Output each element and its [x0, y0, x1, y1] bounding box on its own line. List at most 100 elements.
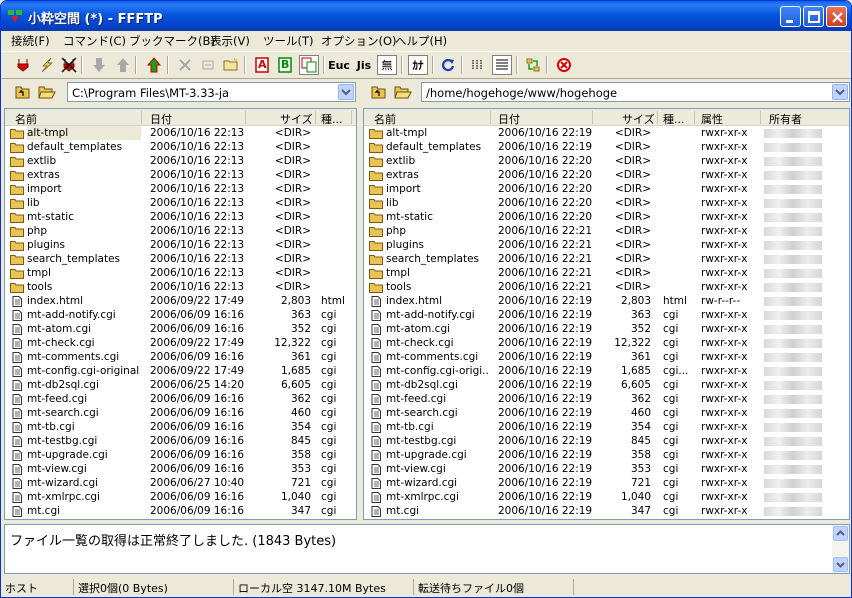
remote-file-row[interactable]: default_templates 2006/10/16 22:19 <DIR> rw…: [364, 140, 849, 154]
remote-file-row[interactable]: tmpl 2006/10/16 22:21 <DIR> rwxr-xr-x: [364, 266, 849, 280]
log-scroll-down-button[interactable]: [833, 557, 848, 572]
local-path-combo[interactable]: C:\Program Files\MT-3.33-ja: [67, 82, 356, 102]
euc-button[interactable]: Euc: [328, 55, 350, 75]
mirror-upload-button[interactable]: [144, 55, 164, 75]
local-file-row[interactable]: mt-tb.cgi 2006/06/09 16:16 354 cgi: [5, 420, 356, 434]
remote-file-row[interactable]: search_templates 2006/10/16 22:21 <DIR> rwx…: [364, 252, 849, 266]
new-folder-button[interactable]: [221, 55, 241, 75]
remote-file-row[interactable]: mt-config.cgi-origi... 2006/10/16 22:19 1,…: [364, 364, 849, 378]
download-button[interactable]: [89, 55, 109, 75]
remote-file-row[interactable]: lib 2006/10/16 22:20 <DIR> rwxr-xr-x: [364, 196, 849, 210]
no-conversion-button[interactable]: 無: [377, 55, 397, 75]
log-panel[interactable]: ファイル一覧の取得は正常終了しました. (1843 Bytes): [4, 524, 850, 574]
remote-file-row[interactable]: plugins 2006/10/16 22:21 <DIR> rwxr-xr-x: [364, 238, 849, 252]
refresh-button[interactable]: [438, 55, 458, 75]
local-file-row[interactable]: mt-static 2006/10/16 22:13 <DIR>: [5, 210, 356, 224]
local-open-folder-button[interactable]: [37, 83, 57, 101]
remote-col-type[interactable]: 種...: [663, 111, 685, 127]
detail-view-button[interactable]: [492, 55, 512, 75]
remote-file-row[interactable]: mt-add-notify.cgi 2006/10/16 22:19 363 cgi r…: [364, 308, 849, 322]
local-file-row[interactable]: mt-add-notify.cgi 2006/06/09 16:16 363 cgi: [5, 308, 356, 322]
local-file-row[interactable]: search_templates 2006/10/16 22:13 <DIR>: [5, 252, 356, 266]
log-scrollbar[interactable]: [832, 525, 849, 573]
close-button[interactable]: [826, 6, 847, 27]
remote-col-date[interactable]: 日付: [498, 111, 520, 127]
menu-tools[interactable]: ツール(T): [263, 33, 314, 49]
remote-path-dropdown[interactable]: [832, 84, 848, 100]
local-file-row[interactable]: mt-db2sql.cgi 2006/06/25 14:20 6,605 cgi: [5, 378, 356, 392]
local-file-row[interactable]: extlib 2006/10/16 22:13 <DIR>: [5, 154, 356, 168]
remote-open-folder-button[interactable]: [393, 83, 413, 101]
local-file-row[interactable]: mt-comments.cgi 2006/06/09 16:16 361 cgi: [5, 350, 356, 364]
remote-file-row[interactable]: mt-comments.cgi 2006/10/16 22:19 361 cgi rwx…: [364, 350, 849, 364]
remote-file-row[interactable]: alt-tmpl 2006/10/16 22:19 <DIR> rwxr-xr-x: [364, 126, 849, 140]
menu-command[interactable]: コマンド(C): [63, 33, 126, 49]
local-file-row[interactable]: mt-view.cgi 2006/06/09 16:16 353 cgi: [5, 462, 356, 476]
connect-button[interactable]: [13, 55, 33, 75]
maximize-button[interactable]: [803, 6, 824, 27]
local-file-row[interactable]: mt-check.cgi 2006/09/22 17:49 12,322 cgi: [5, 336, 356, 350]
local-file-row[interactable]: mt-search.cgi 2006/06/09 16:16 460 cgi: [5, 406, 356, 420]
auto-mode-button[interactable]: [299, 55, 319, 75]
remote-file-row[interactable]: php 2006/10/16 22:21 <DIR> rwxr-xr-x: [364, 224, 849, 238]
remote-file-row[interactable]: mt-xmlrpc.cgi 2006/10/16 22:19 1,040 cgi rwx…: [364, 490, 849, 504]
remote-col-owner[interactable]: 所有者: [769, 111, 802, 127]
title-bar[interactable]: 小粋空間 (*) - FFFTP: [1, 1, 851, 31]
jis-button[interactable]: Jis: [354, 55, 374, 75]
binary-mode-button[interactable]: B: [275, 55, 295, 75]
local-file-row[interactable]: plugins 2006/10/16 22:13 <DIR>: [5, 238, 356, 252]
remote-file-row[interactable]: mt-tb.cgi 2006/10/16 22:19 354 cgi rwxr-xr-x: [364, 420, 849, 434]
remote-file-row[interactable]: mt-atom.cgi 2006/10/16 22:19 352 cgi rwxr-xr…: [364, 322, 849, 336]
local-file-row[interactable]: mt.cgi 2006/06/09 16:16 347 cgi: [5, 504, 356, 518]
local-file-row[interactable]: mt-config.cgi-original 2006/09/22 17:49 1,…: [5, 364, 356, 378]
menu-view[interactable]: 表示(V): [210, 33, 250, 49]
sync-folder-button[interactable]: [523, 55, 543, 75]
local-file-row[interactable]: mt-testbg.cgi 2006/06/09 16:16 845 cgi: [5, 434, 356, 448]
local-file-row[interactable]: mt-atom.cgi 2006/06/09 16:16 352 cgi: [5, 322, 356, 336]
kana-conversion-button[interactable]: ｶﾅ: [408, 55, 428, 75]
local-file-row[interactable]: mt-feed.cgi 2006/06/09 16:16 362 cgi: [5, 392, 356, 406]
local-col-type[interactable]: 種...: [321, 111, 343, 127]
remote-file-row[interactable]: mt-upgrade.cgi 2006/10/16 22:19 358 cgi rwxr…: [364, 448, 849, 462]
menu-help[interactable]: ヘルプ(H): [395, 33, 447, 49]
remote-col-size[interactable]: サイズ: [622, 111, 655, 127]
remote-file-row[interactable]: mt-search.cgi 2006/10/16 22:19 460 cgi rwxr-…: [364, 406, 849, 420]
remote-file-row[interactable]: mt-view.cgi 2006/10/16 22:19 353 cgi rwxr-xr…: [364, 462, 849, 476]
remote-file-row[interactable]: mt.cgi 2006/10/16 22:19 347 cgi rwxr-xr-x: [364, 504, 849, 518]
local-parent-folder-button[interactable]: [13, 83, 33, 101]
local-file-row[interactable]: mt-xmlrpc.cgi 2006/06/09 16:16 1,040 cgi: [5, 490, 356, 504]
remote-parent-folder-button[interactable]: [369, 83, 389, 101]
local-file-row[interactable]: alt-tmpl 2006/10/16 22:13 <DIR>: [5, 126, 356, 140]
menu-connect[interactable]: 接続(F): [11, 33, 50, 49]
local-file-row[interactable]: tools 2006/10/16 22:13 <DIR>: [5, 280, 356, 294]
local-file-row[interactable]: import 2006/10/16 22:13 <DIR>: [5, 182, 356, 196]
remote-file-row[interactable]: extlib 2006/10/16 22:20 <DIR> rwxr-xr-x: [364, 154, 849, 168]
delete-button[interactable]: [175, 55, 195, 75]
local-path-dropdown[interactable]: [338, 84, 354, 100]
log-scroll-up-button[interactable]: [833, 526, 848, 541]
list-view-button[interactable]: [468, 55, 488, 75]
menu-bookmark[interactable]: ブックマーク(B): [129, 33, 215, 49]
menu-options[interactable]: オプション(O): [321, 33, 397, 49]
remote-col-name[interactable]: 名前: [374, 111, 396, 127]
quick-connect-button[interactable]: [37, 55, 57, 75]
remote-file-row[interactable]: mt-wizard.cgi 2006/10/16 22:19 721 cgi rwxr-…: [364, 476, 849, 490]
local-file-list[interactable]: 名前 日付 サイズ 種... alt-tmpl 2006/10/16 22:13 <…: [4, 108, 357, 520]
local-col-name[interactable]: 名前: [15, 111, 37, 127]
minimize-button[interactable]: [780, 6, 801, 27]
local-file-row[interactable]: mt-wizard.cgi 2006/06/27 10:40 721 cgi: [5, 476, 356, 490]
local-file-row[interactable]: php 2006/10/16 22:13 <DIR>: [5, 224, 356, 238]
local-file-row[interactable]: extras 2006/10/16 22:13 <DIR>: [5, 168, 356, 182]
remote-file-row[interactable]: mt-check.cgi 2006/10/16 22:19 12,322 cgi rwx…: [364, 336, 849, 350]
remote-file-row[interactable]: tools 2006/10/16 22:21 <DIR> rwxr-xr-x: [364, 280, 849, 294]
remote-file-row[interactable]: extras 2006/10/16 22:20 <DIR> rwxr-xr-x: [364, 168, 849, 182]
remote-file-row[interactable]: mt-db2sql.cgi 2006/10/16 22:19 6,605 cgi rwx…: [364, 378, 849, 392]
disconnect-button[interactable]: [59, 55, 79, 75]
remote-file-row[interactable]: mt-testbg.cgi 2006/10/16 22:19 845 cgi rwxr-…: [364, 434, 849, 448]
abort-button[interactable]: [554, 55, 574, 75]
local-file-row[interactable]: index.html 2006/09/22 17:49 2,803 html: [5, 294, 356, 308]
local-file-row[interactable]: lib 2006/10/16 22:13 <DIR>: [5, 196, 356, 210]
rename-button[interactable]: [198, 55, 218, 75]
remote-file-row[interactable]: mt-feed.cgi 2006/10/16 22:19 362 cgi rwxr-xr…: [364, 392, 849, 406]
ascii-mode-button[interactable]: A: [252, 55, 272, 75]
